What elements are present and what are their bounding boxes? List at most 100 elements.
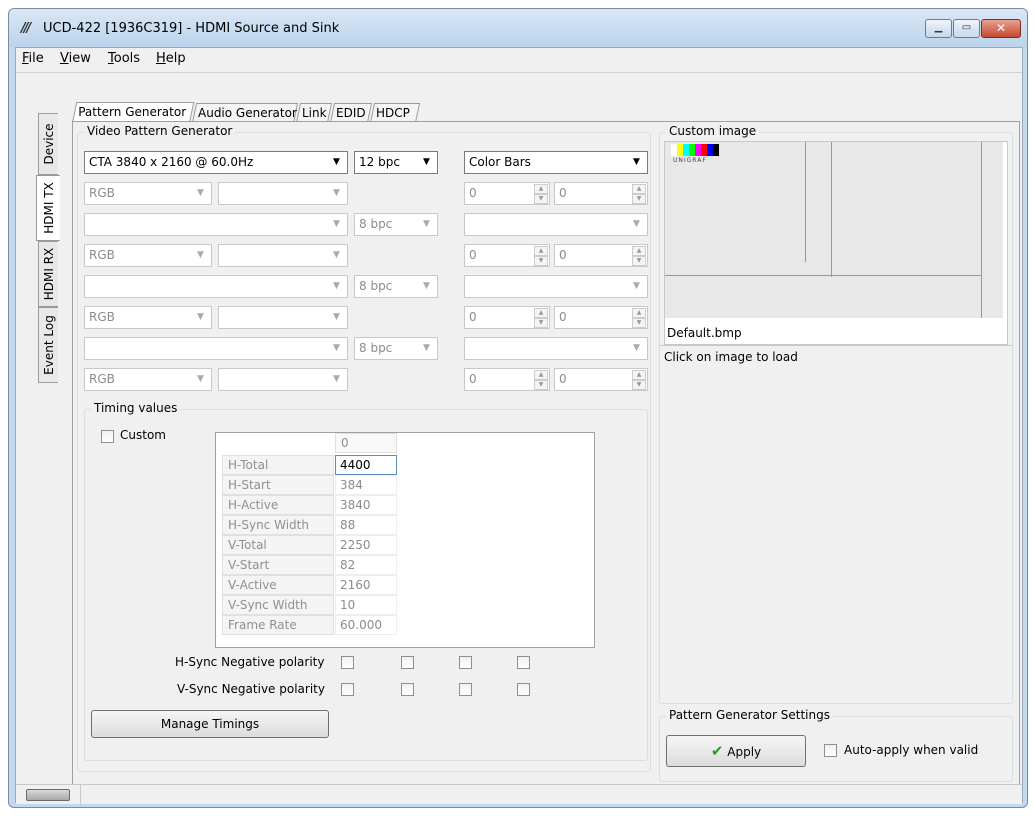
manage-timings-button[interactable]: Manage Timings — [91, 710, 329, 738]
vsync-checkbox-2[interactable] — [401, 683, 414, 696]
spin-up-icon[interactable]: ▲ — [632, 246, 646, 256]
close-button[interactable]: ✕ — [981, 19, 1021, 38]
hsync-checkbox-3[interactable] — [459, 656, 472, 669]
apply-button[interactable]: ✔ Apply — [666, 735, 806, 767]
pattern-param-7[interactable]: 0 ▲ ▼ — [464, 368, 550, 391]
chevron-down-icon: ▼ — [197, 312, 204, 322]
hsync-checkbox-4[interactable] — [517, 656, 530, 669]
chevron-down-icon: ▼ — [333, 157, 340, 167]
pattern-select[interactable]: Color Bars ▼ — [464, 151, 648, 174]
timing-cell[interactable]: 88 — [335, 515, 397, 535]
bpc-select[interactable]: 12 bpc ▼ — [354, 151, 438, 174]
hsync-checkbox-1[interactable] — [341, 656, 354, 669]
pattern-param-6[interactable]: 0 ▲ ▼ — [554, 306, 648, 329]
resolution-select-2[interactable]: ▼ — [84, 213, 348, 236]
vsync-checkbox-4[interactable] — [517, 683, 530, 696]
vsync-checkbox-1[interactable] — [341, 683, 354, 696]
menu-help[interactable]: Help — [156, 51, 186, 66]
spin-down-icon[interactable]: ▼ — [632, 318, 646, 328]
auto-apply-checkbox[interactable] — [824, 744, 837, 757]
maximize-button[interactable]: ▭ — [953, 19, 980, 38]
side-tab-hdmi-rx[interactable]: HDMI RX — [38, 241, 58, 307]
side-tab-device[interactable]: Device — [38, 113, 58, 175]
menu-view[interactable]: View — [60, 51, 91, 66]
spin-up-icon[interactable]: ▲ — [632, 370, 646, 380]
resolution-select[interactable]: CTA 3840 x 2160 @ 60.0Hz ▼ — [84, 151, 348, 174]
subsampling-select-2[interactable]: ▼ — [218, 244, 348, 267]
pattern-param-4[interactable]: 0 ▲ ▼ — [554, 244, 648, 267]
menu-tools[interactable]: Tools — [108, 51, 140, 66]
colorspace-value: RGB — [89, 372, 115, 386]
timing-cell[interactable]: 82 — [335, 555, 397, 575]
custom-checkbox[interactable] — [101, 430, 114, 443]
spin-up-icon[interactable]: ▲ — [534, 184, 548, 194]
resolution-select-3[interactable]: ▼ — [84, 275, 348, 298]
side-tab-event-log[interactable]: Event Log — [38, 307, 58, 383]
chevron-down-icon: ▼ — [423, 157, 430, 167]
pattern-select-4[interactable]: ▼ — [464, 337, 648, 360]
timing-cell[interactable]: 10 — [335, 595, 397, 615]
tab-link[interactable]: Link — [295, 103, 333, 123]
spin-down-icon[interactable]: ▼ — [534, 318, 548, 328]
subsampling-select-3[interactable]: ▼ — [218, 306, 348, 329]
spin-up-icon[interactable]: ▲ — [534, 246, 548, 256]
chevron-down-icon: ▼ — [423, 343, 430, 353]
tab-audio-generator[interactable]: Audio Generator — [191, 103, 299, 123]
pattern-param-2[interactable]: 0 ▲ ▼ — [554, 182, 648, 205]
pattern-param-5[interactable]: 0 ▲ ▼ — [464, 306, 550, 329]
status-bar — [16, 784, 1022, 805]
pattern-select-3[interactable]: ▼ — [464, 275, 648, 298]
spin-up-icon[interactable]: ▲ — [632, 308, 646, 318]
spin-down-icon[interactable]: ▼ — [534, 380, 548, 390]
colorspace-value: RGB — [89, 310, 115, 324]
spin-up-icon[interactable]: ▲ — [534, 370, 548, 380]
timing-cell[interactable]: 2160 — [335, 575, 397, 595]
timing-cell[interactable]: 3840 — [335, 495, 397, 515]
vsync-checkbox-3[interactable] — [459, 683, 472, 696]
subsampling-select-4[interactable]: ▼ — [218, 368, 348, 391]
title-bar[interactable]: /// UCD-422 [1936C319] - HDMI Source and… — [9, 9, 1027, 47]
pattern-generator-settings-group: Pattern Generator Settings ✔ Apply Auto-… — [659, 708, 1013, 782]
chevron-down-icon: ▼ — [333, 250, 340, 260]
custom-label: Custom — [120, 428, 166, 442]
resolution-select-4[interactable]: ▼ — [84, 337, 348, 360]
tab-edid[interactable]: EDID — [329, 103, 373, 123]
hsync-checkbox-2[interactable] — [401, 656, 414, 669]
pattern-param-8[interactable]: 0 ▲ ▼ — [554, 368, 648, 391]
chevron-down-icon: ▼ — [197, 374, 204, 384]
pattern-select-2[interactable]: ▼ — [464, 213, 648, 236]
side-tab-label: HDMI RX — [41, 247, 56, 301]
spin-down-icon[interactable]: ▼ — [632, 256, 646, 266]
colorspace-select-2[interactable]: RGB ▼ — [84, 244, 212, 267]
row-header: V-Start — [222, 555, 334, 575]
group-title: Pattern Generator Settings — [666, 708, 833, 722]
custom-image-preview[interactable]: UNIGRAF Default.bmp — [664, 141, 1008, 345]
spin-down-icon[interactable]: ▼ — [632, 380, 646, 390]
bpc-select-3[interactable]: 8 bpc ▼ — [354, 275, 438, 298]
timing-cell[interactable]: 384 — [335, 475, 397, 495]
side-tab-hdmi-tx[interactable]: HDMI TX — [36, 175, 60, 241]
timing-cell[interactable]: 60.000 — [335, 615, 397, 635]
colorspace-select-4[interactable]: RGB ▼ — [84, 368, 212, 391]
spin-up-icon[interactable]: ▲ — [534, 308, 548, 318]
video-pattern-generator-group: Video Pattern Generator CTA 3840 x 2160 … — [77, 124, 651, 772]
bpc-select-4[interactable]: 8 bpc ▼ — [354, 337, 438, 360]
minimize-button[interactable]: ▁ — [925, 19, 952, 38]
vsync-label: V-Sync Negative polarity — [177, 682, 325, 696]
menu-file[interactable]: File — [22, 51, 44, 66]
spin-down-icon[interactable]: ▼ — [534, 194, 548, 204]
spin-up-icon[interactable]: ▲ — [632, 184, 646, 194]
timing-cell[interactable]: 2250 — [335, 535, 397, 555]
tab-hdcp[interactable]: HDCP — [369, 103, 421, 123]
spin-down-icon[interactable]: ▼ — [632, 194, 646, 204]
pattern-param-3[interactable]: 0 ▲ ▼ — [464, 244, 550, 267]
bpc-select-2[interactable]: 8 bpc ▼ — [354, 213, 438, 236]
subsampling-select[interactable]: ▼ — [218, 182, 348, 205]
timing-cell-selected[interactable]: 4400 — [335, 455, 397, 475]
colorspace-select[interactable]: RGB ▼ — [84, 182, 212, 205]
colorspace-select-3[interactable]: RGB ▼ — [84, 306, 212, 329]
pattern-param-1[interactable]: 0 ▲ ▼ — [464, 182, 550, 205]
spin-down-icon[interactable]: ▼ — [534, 256, 548, 266]
color-bars-icon — [671, 144, 719, 156]
timing-table[interactable]: 0 H-Total 4400 H-Start 384 H-Active 3840… — [215, 432, 595, 648]
